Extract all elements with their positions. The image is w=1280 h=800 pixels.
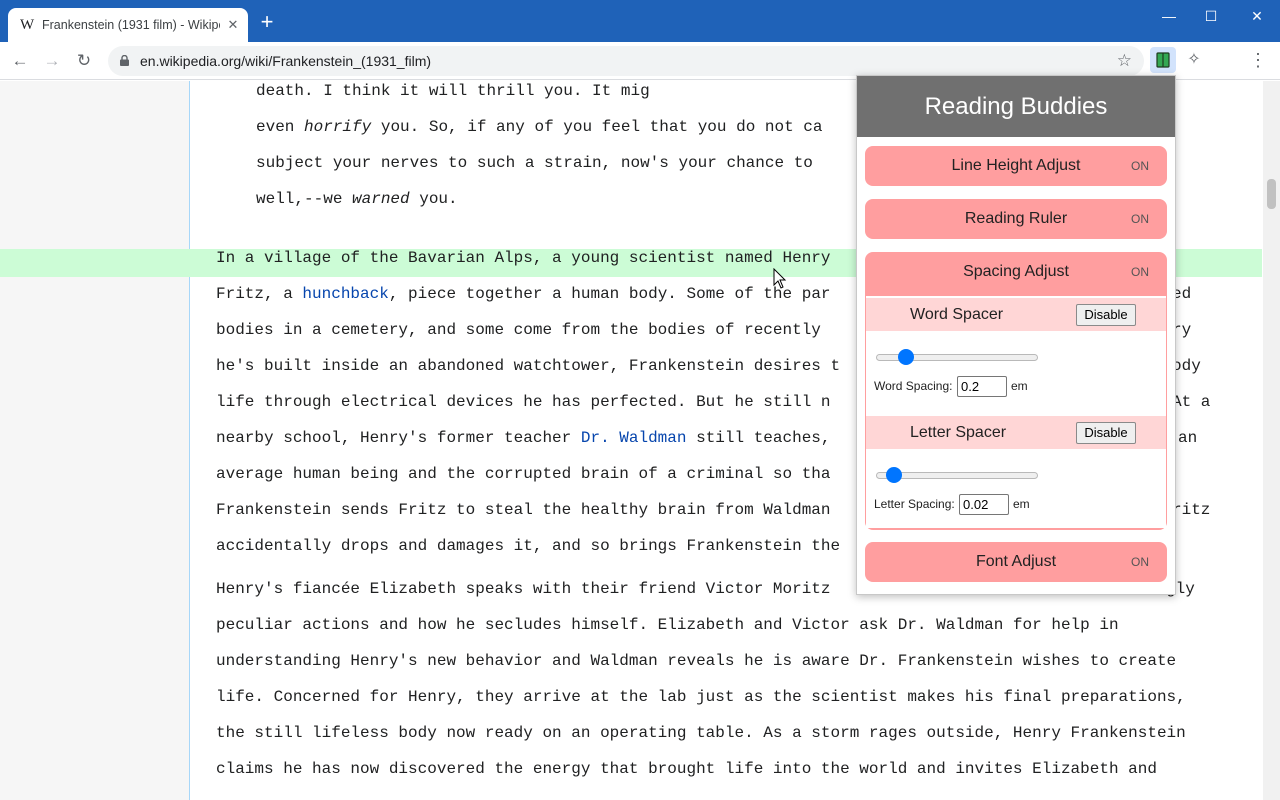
word-spacer-disable-button[interactable]: Disable [1076,304,1136,326]
quote-line: well,--we warned you. [256,190,458,208]
para-line: peculiar actions and how he secludes him… [216,616,1119,634]
popup-title: Reading Buddies [857,76,1175,137]
address-bar[interactable]: en.wikipedia.org/wiki/Frankenstein_(1931… [108,46,1144,76]
puzzle-icon[interactable]: ✧ [1183,49,1205,71]
letter-spacer-title: Letter Spacer [910,424,1007,441]
para-line: he's built inside an abandoned watchtowe… [216,357,841,375]
spacing-adjust-toggle[interactable]: Spacing Adjust ON [865,252,1167,292]
browser-tab[interactable]: W Frankenstein (1931 film) - Wikipedia ✕ [8,8,248,42]
line-height-adjust-toggle[interactable]: Line Height Adjust ON [865,146,1167,186]
para-line: the still lifeless body now ready on an … [216,724,1186,742]
para-line: life. Concerned for Henry, they arrive a… [216,688,1186,706]
back-arrow-icon[interactable]: ← [8,49,32,73]
reading-buddies-popup: Reading Buddies Line Height Adjust ON Re… [856,75,1176,595]
font-adjust-toggle[interactable]: Font Adjust ON [865,542,1167,582]
page-scrollbar[interactable] [1263,81,1280,800]
word-spacer-header: Word Spacer Disable [866,298,1166,331]
minimize-icon[interactable]: — [1146,4,1192,28]
url-text: en.wikipedia.org/wiki/Frankenstein_(1931… [140,53,432,69]
feature-state: ON [1131,265,1149,279]
maximize-icon[interactable]: ☐ [1188,4,1234,28]
para-line: life through electrical devices he has p… [216,393,831,411]
para-line-tail: ody [1172,357,1201,375]
feature-label: Line Height Adjust [951,157,1081,174]
feature-state: ON [1131,555,1149,569]
para-line: understanding Henry's new behavior and W… [216,652,1177,670]
word-spacer-title: Word Spacer [910,306,1004,323]
reading-ruler-toggle[interactable]: Reading Ruler ON [865,199,1167,239]
word-spacing-input[interactable]: 0.2 [957,376,1007,397]
dr-waldman-link[interactable]: Dr. Waldman [581,429,687,447]
para-line: accidentally drops and damages it, and s… [216,537,841,555]
feature-state: ON [1131,159,1149,173]
browser-titlebar: W Frankenstein (1931 film) - Wikipedia ✕… [0,0,1280,42]
window-close-icon[interactable]: ✕ [1234,4,1280,28]
close-icon[interactable]: ✕ [224,16,242,34]
feature-state: ON [1131,212,1149,226]
star-icon[interactable]: ☆ [1117,51,1132,71]
word-spacing-unit: em [1011,379,1028,393]
para-line-tail: ritz [1172,501,1211,519]
letter-spacer-header: Letter Spacer Disable [866,416,1166,449]
tab-title: Frankenstein (1931 film) - Wikipedia [42,18,220,32]
letter-spacer-disable-button[interactable]: Disable [1076,422,1136,444]
word-spacing-label: Word Spacing: [874,379,953,393]
mouse-cursor-icon [773,268,787,289]
spacing-sub-panel: Word Spacer Disable Word Spacing: 0.2 em… [866,296,1166,528]
quote-line: even horrify you. So, if any of you feel… [256,118,823,136]
letter-spacing-input[interactable]: 0.02 [959,494,1009,515]
feature-label: Spacing Adjust [963,263,1069,280]
para-line: average human being and the corrupted br… [216,465,831,483]
letter-spacing-unit: em [1013,497,1030,511]
para-line: In a village of the Bavarian Alps, a you… [216,249,831,267]
para-line-tail: At a [1172,393,1211,411]
para-line-tail: an [1178,429,1198,447]
feature-label: Font Adjust [975,553,1057,570]
wikipedia-favicon-icon: W [20,17,35,33]
word-spacing-slider-thumb[interactable] [897,349,914,365]
feature-label: Reading Ruler [964,210,1068,227]
quote-line: death. I think it will thrill you. It mi… [256,82,650,100]
letter-spacing-label: Letter Spacing: [874,497,955,511]
para-line: bodies in a cemetery, and some come from… [216,321,821,339]
para-line: nearby school, Henry's former teacher Dr… [216,429,831,447]
para-line: Frankenstein sends Fritz to steal the he… [216,501,831,519]
para-line: Henry's fiancée Elizabeth speaks with th… [216,580,831,598]
scroll-thumb[interactable] [1267,179,1276,209]
kebab-menu-icon[interactable]: ⋮ [1247,49,1269,71]
quote-line: subject your nerves to such a strain, no… [256,154,823,172]
plus-icon[interactable]: + [256,11,278,34]
reload-icon[interactable]: ↻ [72,49,96,73]
letter-spacing-slider-thumb[interactable] [886,467,903,483]
left-sidebar [0,81,190,800]
forward-arrow-icon[interactable]: → [40,49,64,73]
spacing-adjust-section: Spacing Adjust ON Word Spacer Disable Wo… [865,252,1167,530]
book-extension-icon[interactable] [1150,47,1176,73]
hunchback-link[interactable]: hunchback [302,285,388,303]
para-line: Fritz, a hunchback, piece together a hum… [216,285,831,303]
lock-icon [120,55,129,66]
para-line: claims he has now discovered the energy … [216,760,1157,778]
